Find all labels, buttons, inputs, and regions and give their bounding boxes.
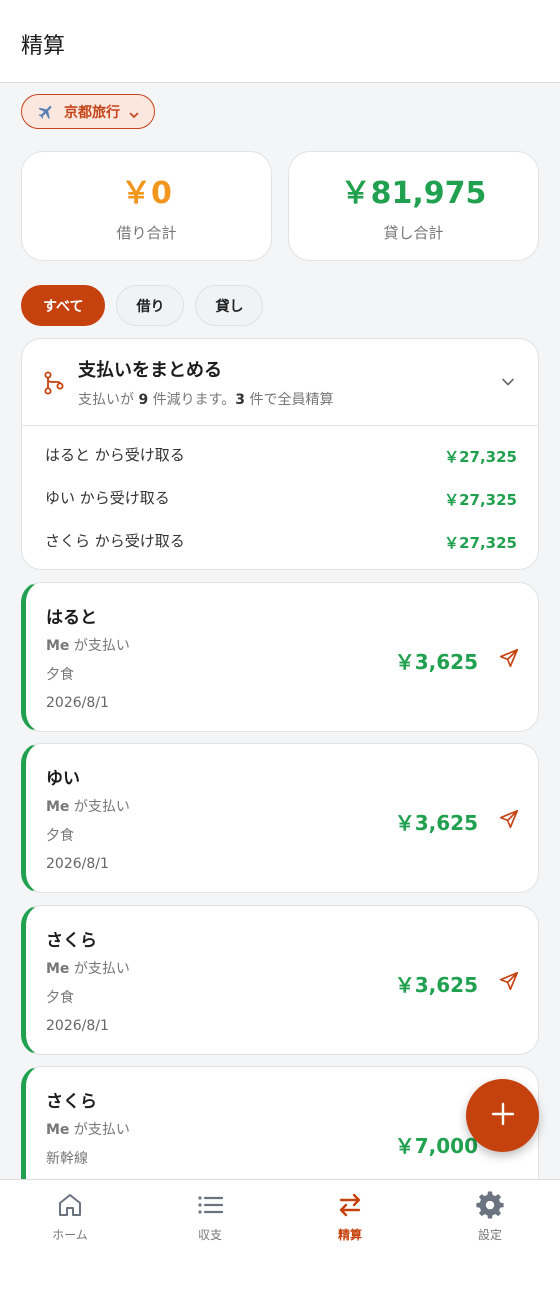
- airplane-icon: [36, 102, 56, 122]
- merge-row: はると から受け取る ￥27,325: [22, 427, 538, 470]
- merge-row: ゆい から受け取る ￥27,325: [22, 470, 538, 513]
- transaction-person: さくら: [46, 931, 97, 951]
- transaction-date: 2026/8/1: [46, 1018, 109, 1034]
- transaction-person: さくら: [46, 1092, 97, 1112]
- borrow-total-label: 借り合計: [116, 224, 177, 242]
- nav-home[interactable]: ホーム: [0, 1190, 140, 1243]
- nav-settlement[interactable]: 精算: [280, 1190, 420, 1243]
- chevron-down-icon[interactable]: [500, 374, 516, 390]
- borrow-total-value: ￥0: [121, 176, 172, 211]
- transaction-description: 夕食: [46, 667, 74, 683]
- trip-name: 京都旅行: [64, 104, 120, 121]
- nav-settings-label: 設定: [477, 1228, 502, 1242]
- send-icon[interactable]: [498, 647, 520, 669]
- transaction-payer: Me が支払い: [46, 961, 130, 977]
- branch-icon: [43, 371, 65, 395]
- filter-borrow[interactable]: 借り: [116, 285, 185, 326]
- transaction-person: ゆい: [46, 769, 80, 789]
- transaction-card[interactable]: さくら Me が支払い 夕食 2026/8/1 ￥3,625: [21, 905, 539, 1055]
- lend-total-card: ￥81,975 貸し合計: [288, 151, 539, 261]
- merge-payments-header[interactable]: 支払いをまとめる 支払いが 9 件減ります。3 件で全員精算: [22, 339, 538, 426]
- home-icon: [55, 1190, 85, 1220]
- merge-row-label: はると から受け取る: [45, 446, 185, 464]
- filter-lend[interactable]: 貸し: [195, 285, 264, 326]
- merge-row-amount: ￥27,325: [444, 491, 517, 509]
- merge-payments-card: 支払いをまとめる 支払いが 9 件減ります。3 件で全員精算 はると から受け取…: [21, 338, 539, 570]
- list-icon: [195, 1190, 225, 1220]
- send-icon[interactable]: [498, 808, 520, 830]
- borrow-total-card: ￥0 借り合計: [21, 151, 272, 261]
- nav-ledger-label: 収支: [197, 1228, 222, 1242]
- nav-ledger[interactable]: 収支: [140, 1190, 280, 1243]
- transaction-payer: Me が支払い: [46, 1122, 130, 1138]
- gear-icon: [475, 1190, 505, 1220]
- transaction-description: 夕食: [46, 990, 74, 1006]
- transaction-description: 新幹線: [46, 1151, 88, 1167]
- transaction-description: 夕食: [46, 828, 74, 844]
- merge-row-label: ゆい から受け取る: [45, 489, 170, 507]
- transaction-payer: Me が支払い: [46, 799, 130, 815]
- merge-row-amount: ￥27,325: [444, 534, 517, 552]
- merge-title: 支払いをまとめる: [78, 360, 222, 381]
- transaction-card[interactable]: ゆい Me が支払い 夕食 2026/8/1 ￥3,625: [21, 743, 539, 893]
- nav-settings[interactable]: 設定: [420, 1190, 560, 1243]
- plus-icon: [490, 1101, 516, 1131]
- swap-icon: [335, 1190, 365, 1220]
- merge-row-label: さくら から受け取る: [45, 532, 185, 550]
- transaction-card[interactable]: はると Me が支払い 夕食 2026/8/1 ￥3,625: [21, 582, 539, 732]
- nav-settlement-label: 精算: [337, 1228, 362, 1242]
- trip-selector[interactable]: 京都旅行: [21, 94, 155, 129]
- transaction-amount: ￥7,000: [394, 1134, 478, 1158]
- transaction-date: 2026/8/1: [46, 856, 109, 872]
- app-header: 精算: [0, 0, 560, 83]
- transaction-amount: ￥3,625: [394, 811, 478, 835]
- transaction-date: 2026/8/1: [46, 695, 109, 711]
- page-title: 精算: [21, 34, 66, 59]
- filter-bar: すべて 借り 貸し: [21, 285, 264, 326]
- merge-subtitle: 支払いが 9 件減ります。3 件で全員精算: [78, 392, 334, 408]
- merge-row: さくら から受け取る ￥27,325: [22, 513, 538, 556]
- bottom-nav: ホーム 収支 精算 設定: [0, 1179, 560, 1303]
- merge-row-amount: ￥27,325: [444, 448, 517, 466]
- nav-home-label: ホーム: [52, 1228, 88, 1242]
- send-icon[interactable]: [498, 970, 520, 992]
- lend-total-value: ￥81,975: [340, 176, 487, 211]
- lend-total-label: 貸し合計: [383, 224, 444, 242]
- add-button[interactable]: [466, 1079, 539, 1152]
- transaction-amount: ￥3,625: [394, 650, 478, 674]
- transaction-payer: Me が支払い: [46, 638, 130, 654]
- transaction-person: はると: [46, 608, 97, 628]
- chevron-down-icon: [128, 106, 140, 118]
- transaction-amount: ￥3,625: [394, 973, 478, 997]
- filter-all[interactable]: すべて: [21, 285, 106, 326]
